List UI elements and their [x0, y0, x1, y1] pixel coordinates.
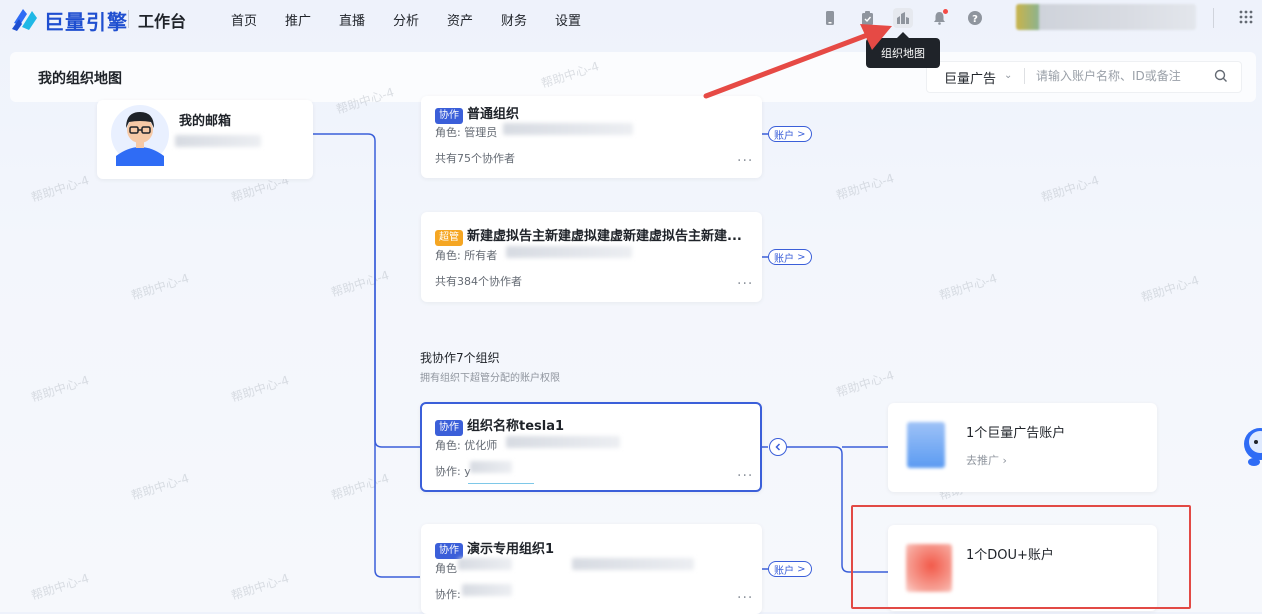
org-id-blurred: [503, 123, 633, 135]
me-email-blurred: [175, 135, 261, 147]
more-icon[interactable]: ···: [737, 153, 753, 169]
assistant-mascot-icon[interactable]: [1240, 420, 1262, 472]
section-title: 我协作7个组织: [420, 351, 500, 365]
org-role: 角色: 所有者: [435, 249, 498, 262]
org-id-blurred: [572, 558, 694, 570]
go-promote-link[interactable]: 去推广 ›: [966, 452, 1007, 468]
annotation-arrow: [703, 24, 892, 99]
org-name: 新建虚拟告主新建虚拟建虚新建虚拟告主新建...: [467, 229, 742, 244]
org-name: 演示专用组织1: [467, 542, 555, 557]
org-name: 组织名称tesla1: [467, 419, 565, 434]
chevron-right-icon: >: [794, 128, 806, 140]
more-icon[interactable]: ···: [737, 276, 753, 292]
collaborator-blurred: [462, 584, 512, 596]
more-icon[interactable]: ···: [737, 468, 753, 484]
highlight-box: [851, 505, 1191, 609]
collapse-button[interactable]: [769, 438, 787, 456]
org-role: 角色: 管理员: [435, 126, 498, 139]
account-pill[interactable]: 账户 >: [768, 249, 812, 265]
org-name: 普通组织: [467, 107, 520, 122]
org-badge-super: 超管: [435, 225, 463, 246]
ad-account-label: 1个巨量广告账户: [966, 426, 1066, 441]
org-badge-collab: 协作: [435, 538, 463, 559]
chevron-right-icon: ›: [1002, 454, 1007, 467]
underline: [468, 483, 534, 484]
org-collaborators: 协作:: [435, 588, 461, 601]
org-collaborators: 共有75个协作者: [435, 152, 515, 165]
org-badge-collab: 协作: [435, 415, 463, 436]
collaborator-blurred: [470, 461, 512, 473]
chevron-right-icon: >: [794, 563, 806, 575]
org-collaborators: 协作: y: [435, 465, 471, 478]
user-avatar-icon: [111, 105, 169, 166]
account-pill[interactable]: 账户 >: [768, 561, 812, 577]
more-icon[interactable]: ···: [737, 590, 753, 606]
section-subtitle: 拥有组织下超管分配的账户权限: [420, 373, 560, 384]
org-role: 角色: 优化师: [435, 439, 498, 452]
org-badge-collab: 协作: [435, 103, 463, 124]
org-id-blurred: [506, 246, 632, 258]
me-name: 我的邮箱: [179, 114, 232, 129]
account-icon-blurred: [907, 422, 945, 468]
chevron-right-icon: >: [794, 251, 806, 263]
org-id-blurred: [506, 436, 620, 448]
account-pill[interactable]: 账户 >: [768, 126, 812, 142]
org-role: 角色: [435, 562, 457, 575]
chevron-left-icon: [775, 443, 781, 451]
org-id-blurred: [458, 558, 512, 570]
org-collaborators: 共有384个协作者: [435, 275, 522, 288]
